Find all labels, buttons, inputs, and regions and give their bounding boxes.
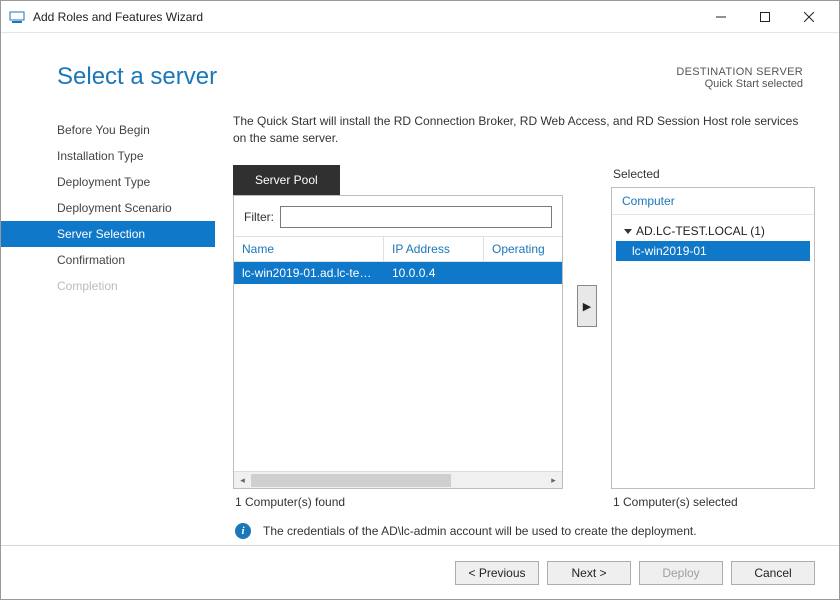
app-icon <box>9 9 25 25</box>
maximize-button[interactable] <box>743 2 787 32</box>
scroll-right-icon[interactable]: ▸ <box>545 472 562 489</box>
server-pool-box: Filter: Name IP Address Operating lc-win… <box>233 195 563 489</box>
filter-input[interactable] <box>280 206 552 228</box>
window-controls <box>699 2 831 32</box>
sidebar-item-server-selection[interactable]: Server Selection <box>1 221 215 247</box>
column-ip-address[interactable]: IP Address <box>384 237 484 261</box>
titlebar: Add Roles and Features Wizard <box>1 1 839 33</box>
content: Before You Begin Installation Type Deplo… <box>1 103 839 545</box>
next-button[interactable]: Next > <box>547 561 631 585</box>
selected-label: Selected <box>611 165 815 187</box>
destination-value: Quick Start selected <box>676 78 803 90</box>
cancel-button[interactable]: Cancel <box>731 561 815 585</box>
caret-down-icon <box>624 229 632 234</box>
add-to-selected-button[interactable]: ▶ <box>577 285 597 327</box>
tree-domain-node[interactable]: AD.LC-TEST.LOCAL (1) <box>616 221 810 241</box>
destination-label: DESTINATION SERVER <box>676 66 803 78</box>
sidebar-item-deployment-type[interactable]: Deployment Type <box>1 169 215 195</box>
horizontal-scrollbar[interactable]: ◂ ▸ <box>234 471 562 488</box>
page-title: Select a server <box>57 63 217 91</box>
grid-body: lc-win2019-01.ad.lc-test.... 10.0.0.4 <box>234 262 562 471</box>
minimize-button[interactable] <box>699 2 743 32</box>
cell-name: lc-win2019-01.ad.lc-test.... <box>234 262 384 284</box>
tab-server-pool[interactable]: Server Pool <box>233 165 340 195</box>
selected-panel: Selected Computer AD.LC-TEST.LOCAL (1) l… <box>611 165 815 515</box>
sidebar-item-installation-type[interactable]: Installation Type <box>1 143 215 169</box>
wizard-window: Add Roles and Features Wizard Select a s… <box>0 0 840 600</box>
table-row[interactable]: lc-win2019-01.ad.lc-test.... 10.0.0.4 <box>234 262 562 284</box>
window-title: Add Roles and Features Wizard <box>33 10 699 24</box>
selected-tree: AD.LC-TEST.LOCAL (1) lc-win2019-01 <box>612 215 814 488</box>
footer: < Previous Next > Deploy Cancel <box>1 545 839 599</box>
tab-strip: Server Pool <box>233 165 563 195</box>
info-text: The credentials of the AD\lc-admin accou… <box>263 524 697 538</box>
cell-os <box>484 262 562 284</box>
sidebar-item-before-you-begin[interactable]: Before You Begin <box>1 117 215 143</box>
server-pool-panel: Server Pool Filter: Name IP Address Oper… <box>233 165 563 515</box>
close-button[interactable] <box>787 2 831 32</box>
selected-header[interactable]: Computer <box>612 188 814 215</box>
filter-label: Filter: <box>244 210 274 224</box>
info-row: i The credentials of the AD\lc-admin acc… <box>233 515 815 545</box>
main: The Quick Start will install the RD Conn… <box>215 113 839 545</box>
grid-header: Name IP Address Operating <box>234 236 562 262</box>
cell-ip: 10.0.0.4 <box>384 262 484 284</box>
previous-button[interactable]: < Previous <box>455 561 539 585</box>
tree-parent-label: AD.LC-TEST.LOCAL (1) <box>636 224 765 238</box>
scroll-left-icon[interactable]: ◂ <box>234 472 251 489</box>
computers-selected-text: 1 Computer(s) selected <box>611 489 815 515</box>
sidebar: Before You Begin Installation Type Deplo… <box>1 113 215 545</box>
destination-server: DESTINATION SERVER Quick Start selected <box>676 63 803 91</box>
scroll-thumb[interactable] <box>251 474 451 487</box>
chevron-right-icon: ▶ <box>583 300 591 313</box>
column-operating-system[interactable]: Operating <box>484 237 562 261</box>
transfer-column: ▶ <box>575 165 599 515</box>
sidebar-item-confirmation[interactable]: Confirmation <box>1 247 215 273</box>
info-icon: i <box>235 523 251 539</box>
header: Select a server DESTINATION SERVER Quick… <box>1 33 839 103</box>
computers-found-text: 1 Computer(s) found <box>233 489 563 515</box>
sidebar-item-deployment-scenario[interactable]: Deployment Scenario <box>1 195 215 221</box>
deploy-button: Deploy <box>639 561 723 585</box>
tree-server-node[interactable]: lc-win2019-01 <box>616 241 810 261</box>
column-name[interactable]: Name <box>234 237 384 261</box>
panels: Server Pool Filter: Name IP Address Oper… <box>233 165 815 515</box>
sidebar-item-completion: Completion <box>1 273 215 299</box>
selected-box: Computer AD.LC-TEST.LOCAL (1) lc-win2019… <box>611 187 815 489</box>
filter-row: Filter: <box>234 196 562 236</box>
intro-text: The Quick Start will install the RD Conn… <box>233 113 815 147</box>
